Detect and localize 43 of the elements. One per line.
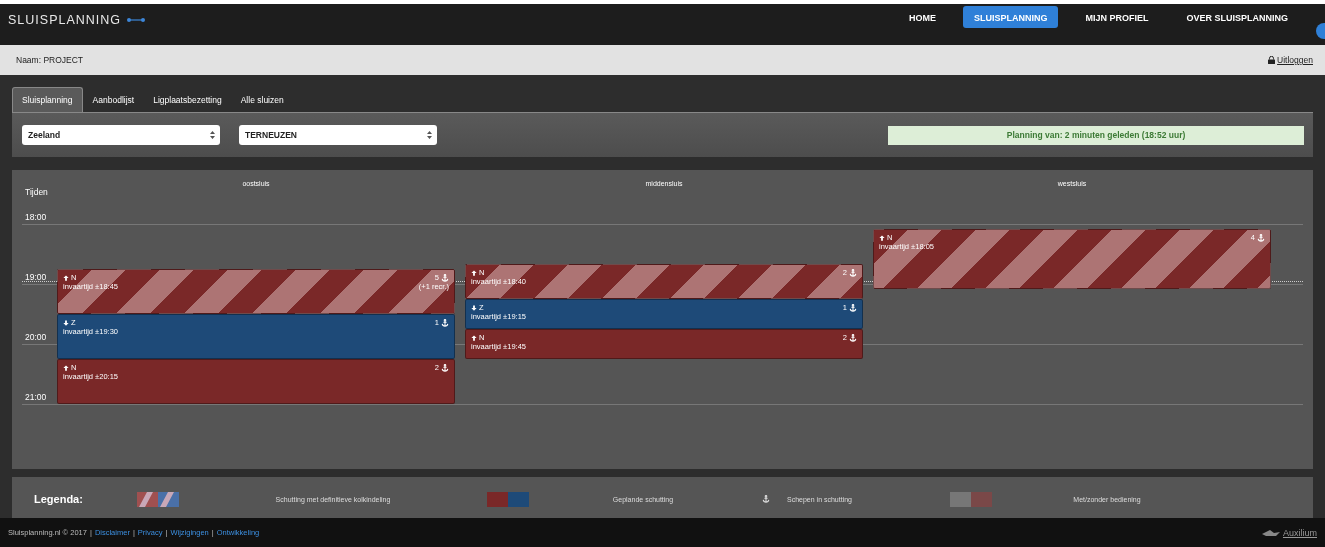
up-arrow-icon (63, 364, 69, 371)
time-label: 21:00 (25, 392, 47, 402)
anchor-icon (441, 273, 449, 282)
select-field[interactable]: TERNEUZEN (239, 125, 437, 145)
up-arrow-icon (471, 269, 477, 276)
user-name: Naam: PROJECT (16, 55, 84, 65)
anchor-icon (849, 303, 857, 312)
time-label: 19:00 (25, 272, 47, 282)
up-down-caret-icon (210, 131, 215, 139)
striped-swatch-icon (137, 491, 179, 507)
up-arrow-icon (879, 234, 885, 241)
company-logo: Auxilium (1283, 527, 1317, 538)
anchor-icon (849, 268, 857, 277)
up-arrow-icon (471, 334, 477, 341)
nav-link[interactable]: SLUISPLANNING (962, 6, 1059, 28)
anchor-icon (441, 318, 449, 327)
down-arrow-icon (63, 319, 69, 326)
down-arrow-icon (471, 304, 477, 311)
lock-icon (1268, 56, 1276, 64)
logout-link[interactable]: Uitloggen (1277, 55, 1313, 65)
brand-logo[interactable]: SLUISPLANNING (8, 13, 122, 27)
tab[interactable]: Alle sluizen (231, 87, 293, 112)
tab[interactable]: Sluisplanning (12, 87, 83, 112)
up-down-caret-icon (427, 131, 432, 139)
time-label: 18:00 (25, 212, 47, 222)
status-message: Planning van: 2 minuten geleden (18:52 uur) (888, 125, 1304, 145)
nav-link[interactable]: HOME (897, 6, 947, 28)
boat-icon (1262, 528, 1280, 537)
legend-title: Legenda: (33, 493, 84, 505)
color-swatch (487, 491, 529, 507)
column-heading: Tijden (24, 186, 49, 199)
tab[interactable]: Aanbodlijst (83, 87, 144, 112)
nav-link[interactable]: MIJN PROFIEL (1074, 6, 1160, 28)
color-swatch (950, 491, 992, 507)
anchor-icon (441, 363, 449, 372)
time-label: 20:00 (25, 332, 47, 342)
anchor-icon (762, 495, 770, 503)
up-arrow-icon (63, 274, 69, 281)
anchor-icon (1257, 233, 1265, 242)
tab[interactable]: Ligplaatsbezetting (144, 87, 231, 112)
select-field[interactable]: Zeeland (22, 125, 220, 145)
anchor-icon (849, 333, 857, 342)
nav-link[interactable]: OVER SLUISPLANNING (1175, 6, 1299, 28)
